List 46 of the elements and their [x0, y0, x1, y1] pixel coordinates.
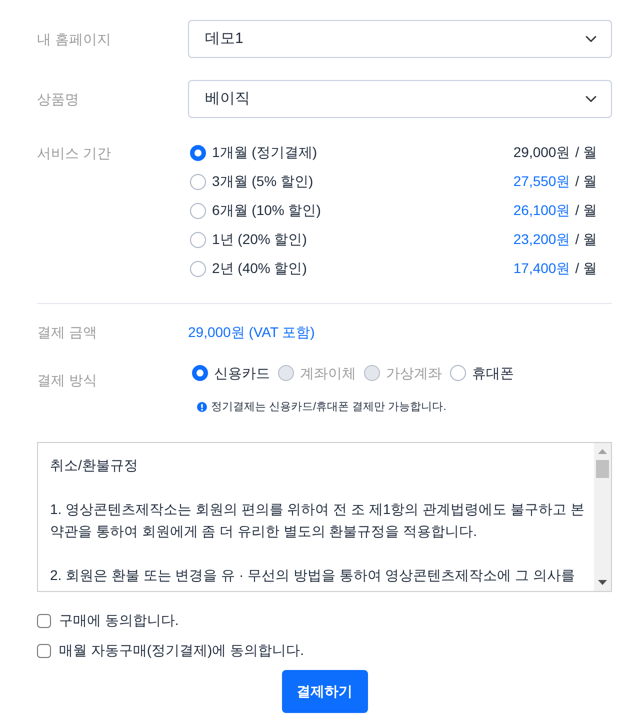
select-field[interactable]: 베이직: [188, 80, 612, 118]
agreement-label[interactable]: 매월 자동구매(정기결제)에 동의합니다.: [59, 640, 304, 661]
period-label[interactable]: 1개월 (정기결제): [212, 142, 317, 163]
terms-title: 취소/환불규정: [50, 456, 139, 474]
scrollbar-track[interactable]: [594, 442, 611, 590]
field-label: 서비스 기간: [37, 144, 112, 163]
terms-paragraph: 2. 회원은 환불 또는 변경을 유 · 무선의 방법을 통하여 영상콘텐츠제작소에 그 의사를: [50, 566, 576, 584]
select-field[interactable]: 데모1: [188, 20, 612, 58]
info-icon: [197, 402, 207, 412]
unit-text: / 월: [575, 201, 597, 220]
period-label[interactable]: 2년 (40% 할인): [212, 258, 307, 279]
price-text: 23,200원: [513, 230, 570, 249]
checkbox[interactable]: [37, 614, 51, 628]
notice-text: 정기결제는 신용카드/휴대폰 결제만 가능합니다.: [211, 400, 446, 415]
radio-button[interactable]: [190, 232, 206, 248]
scrollbar-thumb[interactable]: [596, 460, 609, 478]
unit-text: / 월: [575, 230, 597, 249]
payment-label[interactable]: 휴대폰: [472, 362, 514, 384]
unit-text: / 월: [575, 172, 597, 191]
unit-text: / 월: [575, 259, 597, 278]
radio-button[interactable]: [190, 174, 206, 190]
scroll-up-icon[interactable]: [598, 448, 607, 454]
radio-button[interactable]: [192, 365, 208, 381]
unit-text: / 월: [575, 143, 597, 162]
field-label: 결제 방식: [37, 371, 98, 390]
price-text: 26,100원: [513, 201, 570, 220]
price-text: 17,400원: [513, 259, 570, 278]
terms-paragraph: 1. 영상콘텐츠제작소는 회원의 편의를 위하여 전 조 제1항의 관계법령에도 불구하고 본 약관을 통하여 회원에게 좀 더 유리한 별도의 환불규정을 적용합니다.: [50, 500, 586, 540]
field-label: 결제 금액: [37, 323, 98, 342]
price-text: 27,550원: [513, 172, 570, 191]
radio-button[interactable]: [190, 144, 206, 160]
radio-button[interactable]: [450, 365, 466, 381]
period-label[interactable]: 1년 (20% 할인): [212, 229, 307, 250]
period-label[interactable]: 3개월 (5% 할인): [212, 171, 314, 192]
agreement-label[interactable]: 구매에 동의합니다.: [59, 610, 179, 631]
pay-button[interactable]: 결제하기: [282, 670, 368, 712]
radio-button[interactable]: [190, 260, 206, 276]
scroll-down-icon[interactable]: [598, 580, 607, 584]
amount-text: 29,000원 (VAT 포함): [188, 323, 315, 342]
radio-button[interactable]: [190, 202, 206, 218]
field-label: 내 홈페이지: [37, 30, 112, 48]
price-text: 29,000원: [513, 143, 570, 162]
checkbox[interactable]: [37, 644, 51, 658]
field-label: 상품명: [37, 90, 80, 108]
payment-label[interactable]: 신용카드: [214, 362, 270, 384]
period-label[interactable]: 6개월 (10% 할인): [212, 200, 321, 221]
